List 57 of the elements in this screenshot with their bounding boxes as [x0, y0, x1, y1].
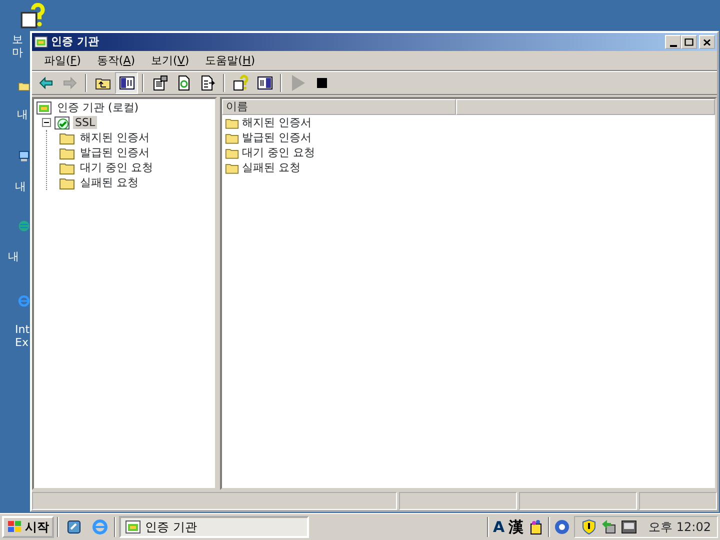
clock: 오후 12:02 — [648, 520, 711, 534]
play-icon — [290, 75, 306, 91]
list-item[interactable]: 대기 중인 요청 — [242, 146, 315, 160]
export-list-icon — [200, 75, 216, 91]
maximize-icon — [683, 36, 695, 48]
list-item[interactable]: 해지된 인증서 — [242, 116, 312, 130]
desktop-icon-label: Int — [15, 323, 30, 336]
properties-icon — [152, 75, 168, 91]
certificate-check-icon — [54, 114, 70, 130]
tree-item[interactable]: 실패된 요청 — [78, 176, 140, 190]
menu-item[interactable]: 파일(F) — [36, 52, 89, 68]
certificate-authority-icon — [125, 519, 141, 535]
input-mode-indicator[interactable]: A — [492, 518, 505, 536]
folder-icon[interactable] — [18, 80, 30, 92]
start-button[interactable]: 시작 — [2, 516, 54, 538]
computer-icon[interactable] — [18, 150, 30, 162]
refresh-icon — [176, 75, 192, 91]
windows-logo-icon — [7, 520, 23, 534]
panes-icon — [256, 75, 272, 91]
list-item[interactable]: 실패된 요청 — [242, 160, 300, 174]
desktop-icon-label: 보 — [12, 33, 23, 46]
desktop-icon-label: Ex — [15, 336, 30, 350]
certificate-authority-icon — [34, 35, 48, 49]
back-icon — [38, 75, 54, 91]
certificate-authority-icon — [36, 100, 52, 116]
minimize-button[interactable] — [665, 35, 681, 49]
maximize-button[interactable] — [681, 35, 697, 49]
browser-icon — [92, 519, 108, 535]
taskbar-button[interactable]: 인증 기관 — [119, 516, 309, 538]
menu-item[interactable]: 보기(V) — [143, 52, 198, 68]
tree-item[interactable]: 인증 기관 (로컬) — [55, 100, 141, 114]
panes-button[interactable] — [115, 72, 138, 94]
minimize-icon — [670, 44, 676, 46]
desktop-icon-label: 내 — [17, 108, 28, 122]
shield-icon[interactable] — [580, 519, 597, 535]
tree-item[interactable]: 발급된 인증서 — [78, 146, 152, 160]
close-icon — [701, 36, 713, 48]
tree-item[interactable]: SSL — [73, 116, 98, 130]
menu-item[interactable]: 도움말(H) — [197, 52, 264, 68]
panes-icon — [118, 75, 134, 91]
close-button[interactable] — [699, 35, 715, 49]
menu-item[interactable]: 동작(A) — [88, 52, 144, 68]
desktop-icon-label: 내 — [15, 180, 26, 194]
hanja-indicator[interactable]: 漢 — [508, 518, 524, 536]
desktop-icon-label: 내 — [8, 250, 19, 264]
help-shortcut-icon[interactable] — [20, 3, 46, 29]
tree-item[interactable]: 대기 중인 요청 — [78, 160, 155, 174]
network-icon[interactable] — [600, 519, 617, 535]
list-item[interactable]: 발급된 인증서 — [242, 130, 312, 144]
monitor-icon[interactable] — [620, 519, 637, 535]
column-header[interactable]: 이름 — [222, 99, 456, 115]
paint-icon[interactable] — [528, 519, 544, 535]
tree-item[interactable]: 해지된 인증서 — [78, 130, 152, 144]
forward-icon — [62, 75, 78, 91]
expander[interactable] — [42, 116, 51, 130]
window-title: 인증 기관 — [51, 35, 99, 49]
desktop-icon-label: 마 — [12, 46, 23, 60]
